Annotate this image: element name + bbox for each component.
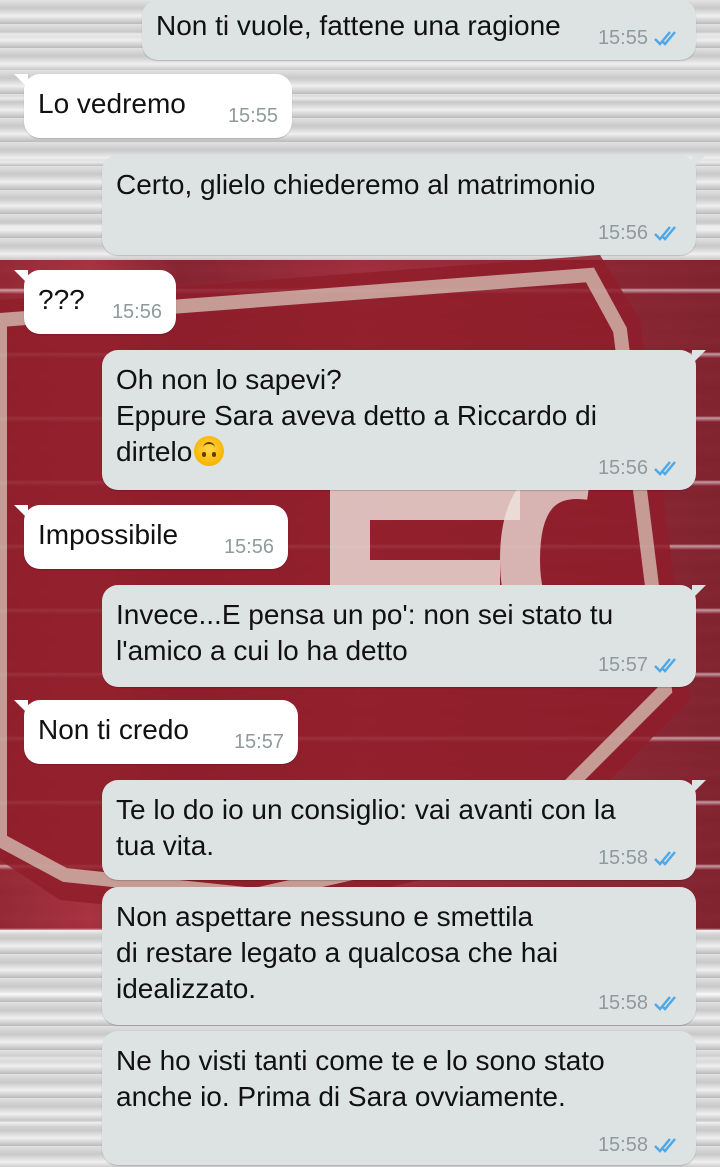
bubble-tail bbox=[14, 700, 28, 714]
chat-conversation[interactable]: Non ti vuole, fattene una ragione 15:55 … bbox=[0, 0, 720, 1167]
message-meta: 15:58 bbox=[598, 1133, 682, 1157]
message-text: Non ti credo bbox=[38, 714, 189, 745]
double-check-read-icon bbox=[654, 851, 676, 866]
message-text-line: Invece...E pensa un po': non sei stato t… bbox=[116, 599, 614, 630]
message-meta: 15:58 bbox=[598, 846, 682, 870]
message-bubble-outgoing[interactable]: Non ti vuole, fattene una ragione 15:55 bbox=[142, 0, 696, 60]
message-text-line: di restare legato a qualcosa che hai bbox=[116, 937, 559, 968]
message-text: Non ti vuole, fattene una ragione bbox=[156, 10, 561, 41]
double-check-read-icon bbox=[654, 31, 676, 46]
message-meta: 15:56 bbox=[224, 535, 274, 559]
message-time: 15:56 bbox=[597, 457, 648, 479]
message-time: 15:58 bbox=[597, 847, 648, 869]
message-time: 15:55 bbox=[597, 27, 648, 49]
message-bubble-outgoing[interactable]: Ne ho visti tanti come te e lo sono stat… bbox=[102, 1031, 696, 1165]
double-check-read-icon bbox=[654, 1138, 676, 1153]
message-meta: 15:58 bbox=[598, 991, 682, 1015]
message-text-line: Oh non lo sapevi? bbox=[116, 364, 342, 395]
message-time: 15:56 bbox=[111, 301, 162, 323]
message-meta: 15:55 bbox=[228, 104, 278, 128]
bubble-tail bbox=[692, 780, 706, 794]
bubble-tail bbox=[14, 74, 28, 88]
message-time: 15:56 bbox=[223, 536, 274, 558]
bubble-tail bbox=[14, 505, 28, 519]
message-time: 15:58 bbox=[597, 992, 648, 1014]
message-text-line: Eppure Sara aveva detto a Riccardo di bbox=[116, 400, 597, 431]
message-bubble-incoming[interactable]: ??? 15:56 bbox=[14, 270, 176, 334]
message-time: 15:55 bbox=[227, 105, 278, 127]
bubble-tail bbox=[692, 585, 706, 599]
message-meta: 15:57 bbox=[234, 730, 284, 754]
message-meta: 15:56 bbox=[598, 221, 682, 245]
message-bubble-incoming[interactable]: Lo vedremo 15:55 bbox=[14, 74, 292, 138]
message-meta: 15:57 bbox=[598, 653, 682, 677]
message-bubble-outgoing[interactable]: Certo, glielo chiederemo al matrimonio 1… bbox=[102, 155, 706, 255]
double-check-read-icon bbox=[654, 461, 676, 476]
bubble-tail bbox=[692, 155, 706, 169]
message-text: Certo, glielo chiederemo al matrimonio bbox=[116, 169, 596, 200]
bubble-tail bbox=[14, 270, 28, 284]
message-text: Lo vedremo bbox=[38, 88, 186, 119]
message-text-line: dirtelo bbox=[116, 434, 225, 470]
message-text-fragment: dirtelo bbox=[116, 436, 193, 467]
message-meta: 15:55 bbox=[598, 26, 682, 50]
message-bubble-incoming[interactable]: Impossibile 15:56 bbox=[14, 505, 288, 569]
message-time: 15:56 bbox=[597, 222, 648, 244]
message-bubble-outgoing[interactable]: Non aspettare nessuno e smettila di rest… bbox=[102, 887, 696, 1025]
double-check-read-icon bbox=[654, 996, 676, 1011]
double-check-read-icon bbox=[654, 658, 676, 673]
message-bubble-incoming[interactable]: Non ti credo 15:57 bbox=[14, 700, 298, 764]
message-meta: 15:56 bbox=[112, 300, 162, 324]
message-text-line: l'amico a cui lo ha detto bbox=[116, 635, 408, 666]
message-text-line: idealizzato. bbox=[116, 973, 257, 1004]
message-bubble-outgoing[interactable]: Te lo do io un consiglio: vai avanti con… bbox=[102, 780, 706, 880]
message-text: Impossibile bbox=[38, 519, 179, 550]
message-text-line: Non aspettare nessuno e smettila bbox=[116, 901, 534, 932]
message-text-line: anche io. Prima di Sara ovviamente. bbox=[116, 1081, 566, 1112]
message-time: 15:57 bbox=[233, 731, 284, 753]
upside-down-face-emoji bbox=[194, 436, 225, 466]
message-text-line: Te lo do io un consiglio: vai avanti con… bbox=[116, 794, 616, 825]
message-text: ??? bbox=[38, 284, 85, 315]
message-time: 15:57 bbox=[597, 654, 648, 676]
message-bubble-outgoing[interactable]: Invece...E pensa un po': non sei stato t… bbox=[102, 585, 706, 687]
bubble-tail bbox=[692, 350, 706, 364]
message-bubble-outgoing[interactable]: Oh non lo sapevi? Eppure Sara aveva dett… bbox=[102, 350, 706, 490]
message-text-line: tua vita. bbox=[116, 830, 215, 861]
double-check-read-icon bbox=[654, 226, 676, 241]
message-text-line: Ne ho visti tanti come te e lo sono stat… bbox=[116, 1045, 605, 1076]
message-meta: 15:56 bbox=[598, 456, 682, 480]
message-time: 15:58 bbox=[597, 1134, 648, 1156]
